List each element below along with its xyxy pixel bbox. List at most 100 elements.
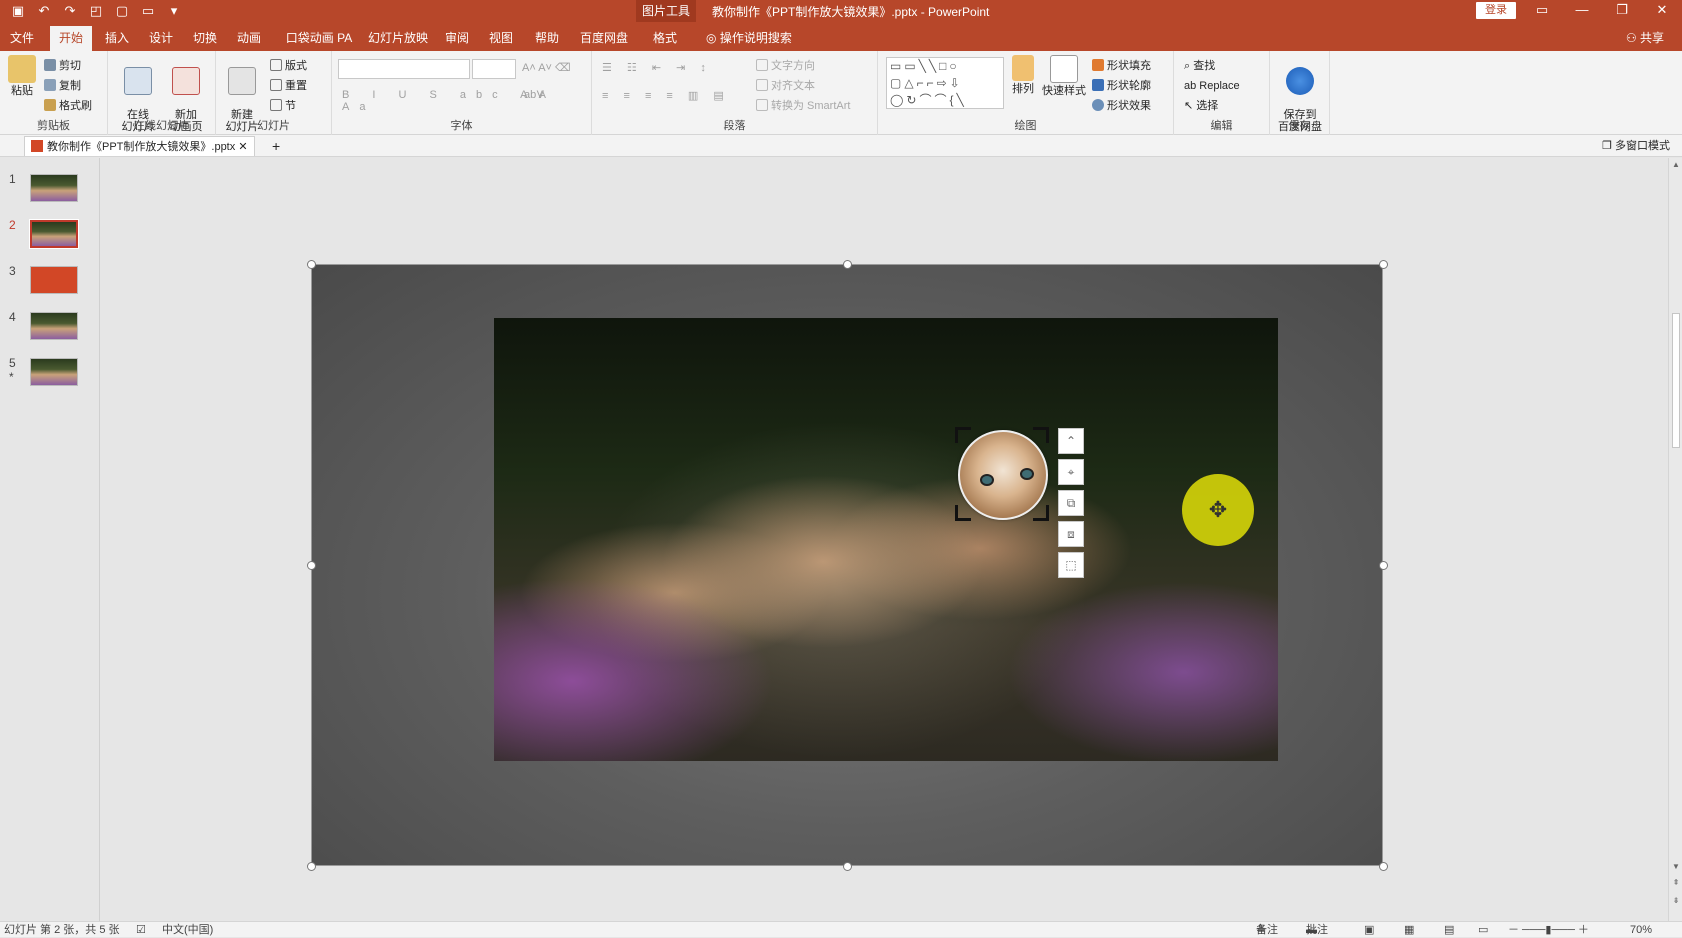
paste-icon <box>8 55 36 83</box>
cut-button[interactable]: 剪切 <box>44 57 81 75</box>
tab-transitions[interactable]: 切换 <box>188 26 222 51</box>
tell-me-label: 操作说明搜索 <box>719 31 792 45</box>
restore-icon[interactable]: ❐ <box>1602 0 1642 22</box>
font-size-field[interactable] <box>472 59 516 79</box>
list-buttons[interactable]: ☰ ☷ ⇤ ⇥ ↕ <box>602 61 712 74</box>
language[interactable]: 中文(中国) <box>162 922 213 938</box>
redo-icon[interactable]: ↷ <box>60 2 80 20</box>
reset-icon <box>270 79 282 91</box>
tell-me-search[interactable]: ◎ 操作说明搜索 <box>706 26 792 51</box>
tab-pocket-animation[interactable]: 口袋动画 PA <box>282 26 356 51</box>
format-painter-label: 格式刷 <box>59 100 92 112</box>
tab-format[interactable]: 格式 <box>646 26 684 51</box>
share-button[interactable]: ⚇ 共享 <box>1626 26 1664 51</box>
slide-thumbnail-1[interactable] <box>30 174 78 202</box>
undo-icon[interactable]: ↶ <box>34 2 54 20</box>
copy-button[interactable]: 复制 <box>44 77 81 95</box>
zoom-slider[interactable]: － ───▮─── ＋ <box>1508 922 1589 938</box>
slide-thumbnail-4[interactable] <box>30 312 78 340</box>
slide-thumbnail-2[interactable] <box>29 219 79 249</box>
reading-view-icon[interactable]: ▤ <box>1444 922 1454 938</box>
tab-home[interactable]: 开始 <box>50 26 92 51</box>
tab-file[interactable]: 文件 <box>4 26 40 51</box>
slide-thumbnail-3[interactable] <box>30 266 78 294</box>
arrange-button[interactable]: 排列 <box>1008 55 1038 95</box>
crop-handle[interactable] <box>955 505 971 521</box>
close-tab-icon[interactable]: ✕ <box>238 141 247 153</box>
layout-options-icon[interactable]: ⌖ <box>1058 459 1084 485</box>
minimize-icon[interactable]: — <box>1562 0 1602 22</box>
shape-effects-button[interactable]: 形状效果 <box>1092 97 1151 115</box>
tab-design[interactable]: 设计 <box>144 26 178 51</box>
presenter-icon[interactable]: ◰ <box>86 2 106 20</box>
resize-handle[interactable] <box>843 862 852 871</box>
animation-star: * <box>9 370 14 384</box>
format-painter-button[interactable]: 格式刷 <box>44 97 92 115</box>
reset-button[interactable]: 重置 <box>270 77 307 95</box>
crop-handle[interactable] <box>1033 505 1049 521</box>
resize-handle[interactable] <box>843 260 852 269</box>
resize-handle[interactable] <box>307 260 316 269</box>
bring-forward-icon[interactable]: ⧉ <box>1058 490 1084 516</box>
normal-view-icon[interactable]: ▣ <box>1364 922 1374 938</box>
scroll-up-icon[interactable]: ▲ <box>1669 160 1682 169</box>
section-button[interactable]: 节 <box>270 97 296 115</box>
collapse-icon[interactable]: ⌃ <box>1058 428 1084 454</box>
scissors-icon <box>44 59 56 71</box>
align-buttons[interactable]: ≡ ≡ ≡ ≡ ▥ ▤ <box>602 89 730 102</box>
scroll-down-icon[interactable]: ▼ <box>1669 862 1682 871</box>
resize-handle[interactable] <box>307 561 316 570</box>
tab-animations[interactable]: 动画 <box>232 26 266 51</box>
shapes-gallery[interactable]: ▭▭╲╲□○ ▢△⌐⌐⇨⇩ ◯↻⌒⌒{╲ <box>886 57 1004 109</box>
tab-view[interactable]: 视图 <box>484 26 518 51</box>
next-slide-icon[interactable]: ⇟ <box>1669 896 1682 905</box>
ribbon-display-icon[interactable]: ▭ <box>1522 0 1562 22</box>
crop-icon[interactable]: ⬚ <box>1058 552 1084 578</box>
find-label: 查找 <box>1193 60 1216 72</box>
quick-styles-button[interactable]: 快速样式 <box>1042 55 1086 97</box>
scrollbar-thumb[interactable] <box>1672 313 1680 448</box>
align-text-button[interactable]: 对齐文本 <box>756 77 815 95</box>
resize-handle[interactable] <box>1379 862 1388 871</box>
paste-button[interactable]: 粘贴 <box>6 55 38 97</box>
vertical-scrollbar[interactable]: ▲ ▼ ⇞ ⇟ <box>1668 158 1682 921</box>
tab-baidu-pan[interactable]: 百度网盘 <box>576 26 632 51</box>
resize-handle[interactable] <box>1379 561 1388 570</box>
document-tab[interactable]: 教你制作《PPT制作放大镜效果》.pptx ✕ <box>24 136 255 156</box>
shape-fill-button[interactable]: 形状填充 <box>1092 57 1151 75</box>
shape-outline-button[interactable]: 形状轮廓 <box>1092 77 1151 95</box>
slide-sorter-icon[interactable]: ▦ <box>1404 922 1414 938</box>
save-icon[interactable]: ▣ <box>8 2 28 20</box>
open-folder-icon[interactable]: ▭ <box>138 2 158 20</box>
send-backward-icon[interactable]: ⧈ <box>1058 521 1084 547</box>
add-tab-icon[interactable]: + <box>272 136 280 156</box>
font-format-buttons[interactable]: B I U S abc AV Aa <box>342 89 591 113</box>
resize-handle[interactable] <box>1379 260 1388 269</box>
tab-review[interactable]: 审阅 <box>440 26 474 51</box>
slide-thumbnail-5[interactable] <box>30 358 78 386</box>
tab-help[interactable]: 帮助 <box>530 26 564 51</box>
tab-slideshow[interactable]: 幻灯片放映 <box>366 26 430 51</box>
spellcheck-icon[interactable]: ☑ <box>136 922 146 938</box>
login-button[interactable]: 登录 <box>1476 2 1516 19</box>
customize-icon[interactable]: ▾ <box>164 2 184 20</box>
crop-handle[interactable] <box>1033 427 1049 443</box>
previous-slide-icon[interactable]: ⇞ <box>1669 878 1682 887</box>
smartart-button[interactable]: 转换为 SmartArt <box>756 97 850 115</box>
slideshow-icon[interactable]: ▭ <box>1478 922 1488 938</box>
layout-button[interactable]: 版式 <box>270 57 307 75</box>
multi-window-mode-button[interactable]: ❐ 多窗口模式 <box>1602 137 1670 155</box>
font-name-field[interactable] <box>338 59 470 79</box>
find-button[interactable]: ⌕ 查找 <box>1184 57 1215 75</box>
zoom-level[interactable]: 70% <box>1630 922 1652 938</box>
text-direction-button[interactable]: 文字方向 <box>756 57 815 75</box>
close-icon[interactable]: ✕ <box>1642 0 1682 22</box>
new-file-icon[interactable]: ▢ <box>112 2 132 20</box>
font-size-buttons[interactable]: A˄ A˅ ⌫ <box>522 61 571 74</box>
tab-insert[interactable]: 插入 <box>100 26 134 51</box>
font-color-buttons[interactable]: ab A <box>524 89 546 101</box>
resize-handle[interactable] <box>307 862 316 871</box>
select-button[interactable]: ↖ 选择 <box>1184 97 1218 115</box>
crop-handle[interactable] <box>955 427 971 443</box>
replace-button[interactable]: ab Replace <box>1184 77 1240 95</box>
